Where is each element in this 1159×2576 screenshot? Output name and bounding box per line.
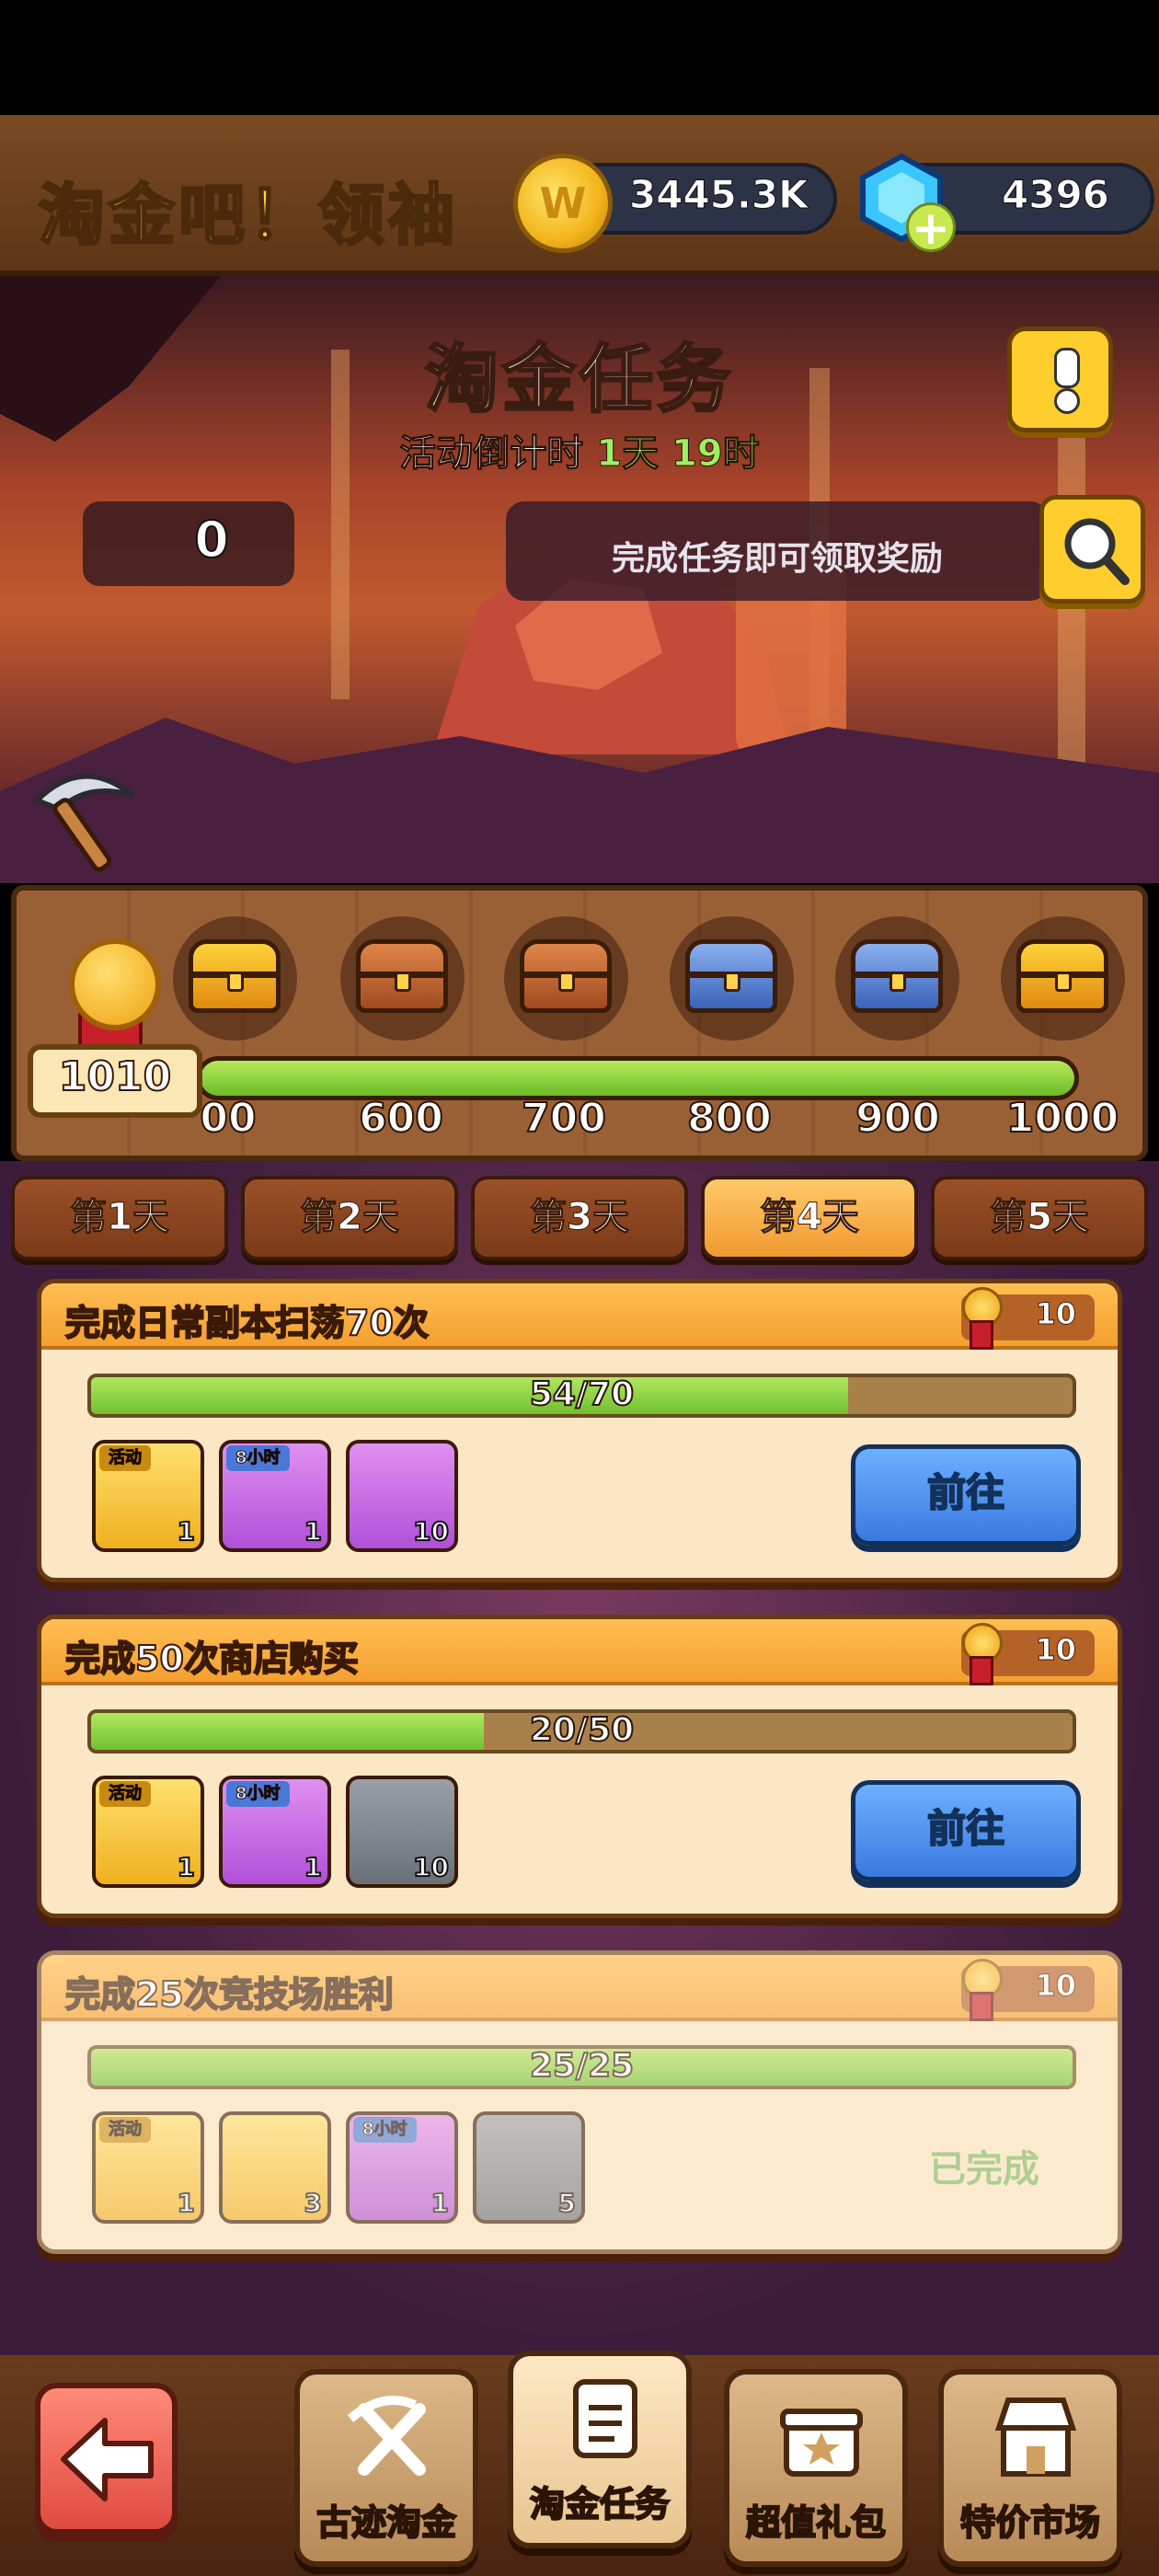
milestone-label: 700	[521, 1094, 607, 1143]
app-root: 淘金吧！领袖 3445.3K 4396 + 淘金任务 活动倒计时1天 19时	[0, 0, 1159, 2576]
nav-value-pack[interactable]: 超值礼包	[724, 2369, 908, 2567]
milestone-chest-3[interactable]	[504, 916, 628, 1041]
tab-day-2[interactable]: 第2天	[241, 1176, 458, 1260]
task-points: 10	[1035, 1968, 1077, 2004]
reward-pickaxe-icon[interactable]: 活动 1	[92, 2111, 204, 2224]
countdown-label: 活动倒计时	[399, 432, 584, 476]
nav-label: 超值礼包	[745, 2501, 887, 2544]
milestone-chest-4[interactable]	[670, 916, 794, 1041]
go-button[interactable]: 前往	[851, 1444, 1081, 1546]
clipboard-icon	[573, 2379, 637, 2458]
add-gems-button[interactable]: +	[906, 202, 956, 252]
go-button[interactable]: 前往	[851, 1780, 1081, 1881]
shop-icon	[994, 2398, 1077, 2477]
magnifier-icon	[1064, 518, 1130, 585]
track-progress-bar	[196, 1056, 1079, 1100]
track-progress-fill	[201, 1061, 1074, 1096]
milestone-chest-5[interactable]	[835, 916, 959, 1041]
tab-day-5[interactable]: 第5天	[931, 1176, 1148, 1260]
reward-purple-coin-icon[interactable]: 10	[346, 1440, 458, 1552]
day-tabs: 第1天 第2天 第3天 第4天 第5天	[11, 1176, 1148, 1260]
task-points: 10	[1035, 1632, 1077, 1668]
coin-value: 3445.3K	[629, 172, 809, 218]
reward-pickaxe-icon[interactable]: 活动 1	[92, 1440, 204, 1552]
pickaxe-icon	[31, 773, 135, 872]
task-card-1: 完成日常副本扫荡70次 10 54/70 活动 1 8小时 1 10 前往	[37, 1279, 1122, 1582]
back-button[interactable]	[35, 2383, 178, 2535]
info-button[interactable]	[1007, 327, 1113, 432]
milestone-label: 800	[686, 1094, 773, 1143]
task-title: 完成日常副本扫荡70次	[64, 1302, 430, 1344]
status-bar	[0, 0, 1159, 115]
milestone-chest-2[interactable]	[340, 916, 465, 1041]
countdown: 活动倒计时 1天 19时	[0, 423, 1159, 477]
medal-points-icon	[955, 1623, 1003, 1685]
nav-label: 特价市场	[959, 2501, 1101, 2544]
task-progress-text: 25/25	[529, 2046, 635, 2086]
task-title: 完成25次竞技场胜利	[64, 1973, 395, 2016]
milestone-label: 900	[855, 1094, 941, 1143]
pickaxe-count: 0	[193, 510, 230, 569]
tab-day-4[interactable]: 第4天	[701, 1176, 918, 1260]
nav-gold-tasks[interactable]: 淘金任务	[508, 2351, 692, 2548]
score-medal: 1010	[23, 925, 207, 1136]
gold-coin-icon	[513, 154, 613, 253]
medal-icon	[69, 938, 161, 1030]
nav-special-market[interactable]: 特价市场	[938, 2369, 1122, 2567]
crossed-tools-icon	[347, 2396, 426, 2476]
completed-status: 已完成	[929, 2148, 1039, 2191]
medal-points-icon	[955, 1287, 1003, 1350]
current-score: 1010	[58, 1052, 172, 1101]
task-points: 10	[1035, 1296, 1077, 1332]
gift-box-icon	[780, 2409, 863, 2477]
gem-value: 4396	[1002, 172, 1110, 218]
search-button[interactable]	[1039, 495, 1145, 604]
task-title: 完成50次商店购买	[64, 1638, 360, 1680]
countdown-value: 1天 19时	[596, 432, 760, 476]
nav-label: 古迹淘金	[316, 2501, 457, 2544]
reward-gold-bag-icon[interactable]: 8小时 1	[219, 1776, 331, 1888]
currency-bar: 3445.3K 4396 +	[0, 115, 1159, 276]
reward-map-scroll-icon[interactable]: 5	[473, 2111, 585, 2224]
milestone-label: 1000	[1005, 1094, 1119, 1143]
reward-purple-ore-bag-icon[interactable]: 8小时 1	[346, 2111, 458, 2224]
task-card-3: 完成25次竞技场胜利 10 25/25 活动 1 3 8小时 1 5 已完成	[37, 1950, 1122, 2254]
task-card-2: 完成50次商店购买 10 20/50 活动 1 8小时 1 10 前往	[37, 1615, 1122, 1918]
reward-pickaxe-icon[interactable]: 活动 1	[92, 1776, 204, 1888]
task-progress-text: 54/70	[529, 1374, 635, 1414]
reward-blue-crystals-icon[interactable]: 8小时 1	[219, 1440, 331, 1552]
tab-day-3[interactable]: 第3天	[471, 1176, 688, 1260]
event-title: 淘金任务	[424, 336, 734, 424]
arrow-left-icon	[61, 2418, 154, 2501]
tab-day-1[interactable]: 第1天	[11, 1176, 228, 1260]
milestone-chest-6[interactable]	[1001, 916, 1125, 1041]
task-progress-text: 20/50	[529, 1710, 635, 1750]
milestone-label: 600	[358, 1094, 444, 1143]
nav-label: 淘金任务	[529, 2483, 671, 2525]
nav-relic-gold[interactable]: 古迹淘金	[294, 2369, 478, 2567]
hint-text: 完成任务即可领取奖励	[611, 540, 943, 578]
medal-points-icon	[955, 1959, 1003, 2021]
reward-gold-ore-icon[interactable]: 3	[219, 2111, 331, 2224]
reward-wooden-chest-icon[interactable]: 10	[346, 1776, 458, 1888]
